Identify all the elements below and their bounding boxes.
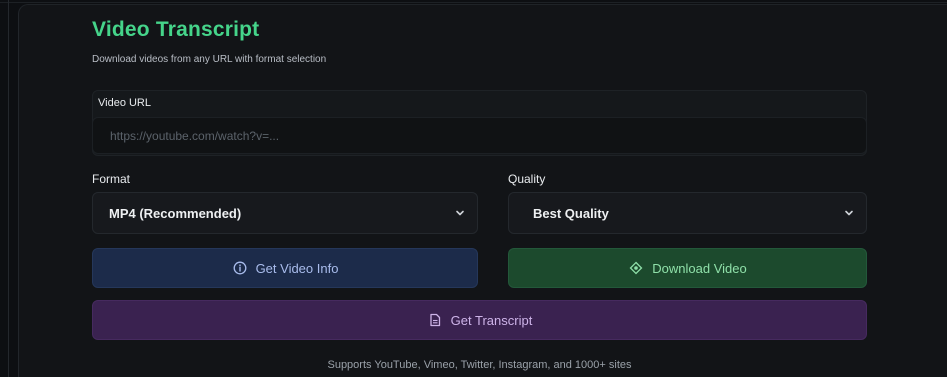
get-video-info-button[interactable]: Get Video Info [92,248,478,288]
format-label: Format [92,172,131,186]
info-circle-icon [232,260,248,276]
app-page: Video Transcript Download videos from an… [0,0,947,377]
quality-selected-value: Best Quality [533,205,609,221]
top-divider [0,2,947,3]
video-url-label: Video URL [98,97,151,109]
page-subtitle: Download videos from any URL with format… [92,54,327,65]
format-select[interactable]: MP4 (Recommended) [92,192,478,234]
chevron-down-icon [842,206,856,220]
document-icon [427,312,443,328]
get-transcript-label: Get Transcript [450,312,533,328]
download-icon [628,260,644,276]
format-selected-value: MP4 (Recommended) [109,205,242,221]
video-url-input[interactable] [92,117,867,154]
page-title: Video Transcript [92,18,260,41]
chevron-down-icon [453,206,467,220]
supported-sites-note: Supports YouTube, Vimeo, Twitter, Instag… [327,359,632,371]
download-video-label: Download Video [652,260,747,276]
get-video-info-label: Get Video Info [255,260,339,276]
download-video-button[interactable]: Download Video [508,248,867,288]
get-transcript-button[interactable]: Get Transcript [92,300,867,340]
left-divider [8,0,9,377]
quality-select[interactable]: Best Quality [508,192,867,234]
quality-label: Quality [508,172,546,186]
